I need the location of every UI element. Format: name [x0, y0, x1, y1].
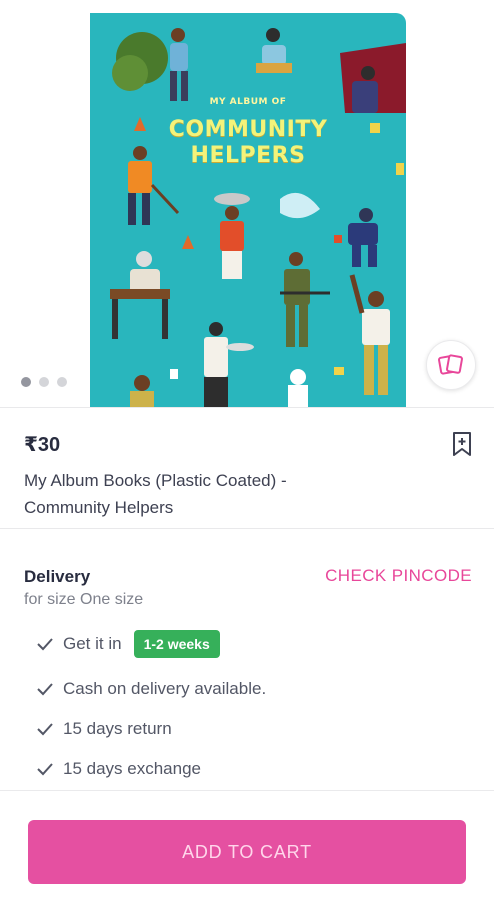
check-icon	[36, 637, 54, 651]
return-row: 15 days return	[36, 719, 172, 739]
return-label: 15 days return	[63, 719, 172, 738]
check-icon	[36, 722, 54, 736]
product-price: ₹30	[24, 434, 61, 456]
delivery-eta-row: Get it in 1-2 weeks	[36, 630, 220, 658]
product-image-gallery[interactable]: MY ALBUM OF COMMUNITY HELPERS	[0, 0, 494, 407]
book-cover-subtitle: MY ALBUM OF	[209, 97, 287, 107]
delivery-eta-badge: 1-2 weeks	[133, 630, 220, 658]
delivery-section: Delivery for size One size CHECK PINCODE…	[0, 529, 494, 791]
carousel-indicator	[21, 377, 67, 387]
book-cover-title-line1: COMMUNITY	[168, 117, 328, 142]
bookmark-plus-icon	[453, 432, 471, 456]
check-pincode-link[interactable]: CHECK PINCODE	[325, 566, 472, 586]
book-cover-title-line2: HELPERS	[190, 143, 306, 168]
exchange-row: 15 days exchange	[36, 759, 201, 779]
check-icon	[36, 762, 54, 776]
wishlist-button[interactable]	[448, 430, 476, 458]
add-to-cart-button[interactable]: ADD TO CART	[28, 820, 466, 884]
product-image[interactable]: MY ALBUM OF COMMUNITY HELPERS	[90, 13, 406, 407]
bottom-action-bar: ADD TO CART	[0, 793, 494, 900]
delivery-eta-label: Get it in	[63, 634, 122, 653]
cod-row: Cash on delivery available.	[36, 679, 266, 699]
view-similar-button[interactable]	[426, 340, 476, 390]
similar-items-icon	[438, 354, 463, 375]
cod-label: Cash on delivery available.	[63, 679, 267, 698]
carousel-dot-2[interactable]	[39, 377, 49, 387]
check-icon	[36, 682, 54, 696]
book-cover-title: COMMUNITY HELPERS	[90, 117, 406, 169]
carousel-dot-1[interactable]	[21, 377, 31, 387]
product-info-section: ₹30 My Album Books (Plastic Coated) - Co…	[0, 407, 494, 529]
delivery-title: Delivery	[24, 567, 91, 586]
product-title: My Album Books (Plastic Coated) - Commun…	[24, 471, 287, 517]
carousel-dot-3[interactable]	[57, 377, 67, 387]
book-cover-illustration	[110, 28, 406, 407]
delivery-size-note: for size One size	[24, 591, 144, 608]
exchange-label: 15 days exchange	[63, 759, 201, 778]
